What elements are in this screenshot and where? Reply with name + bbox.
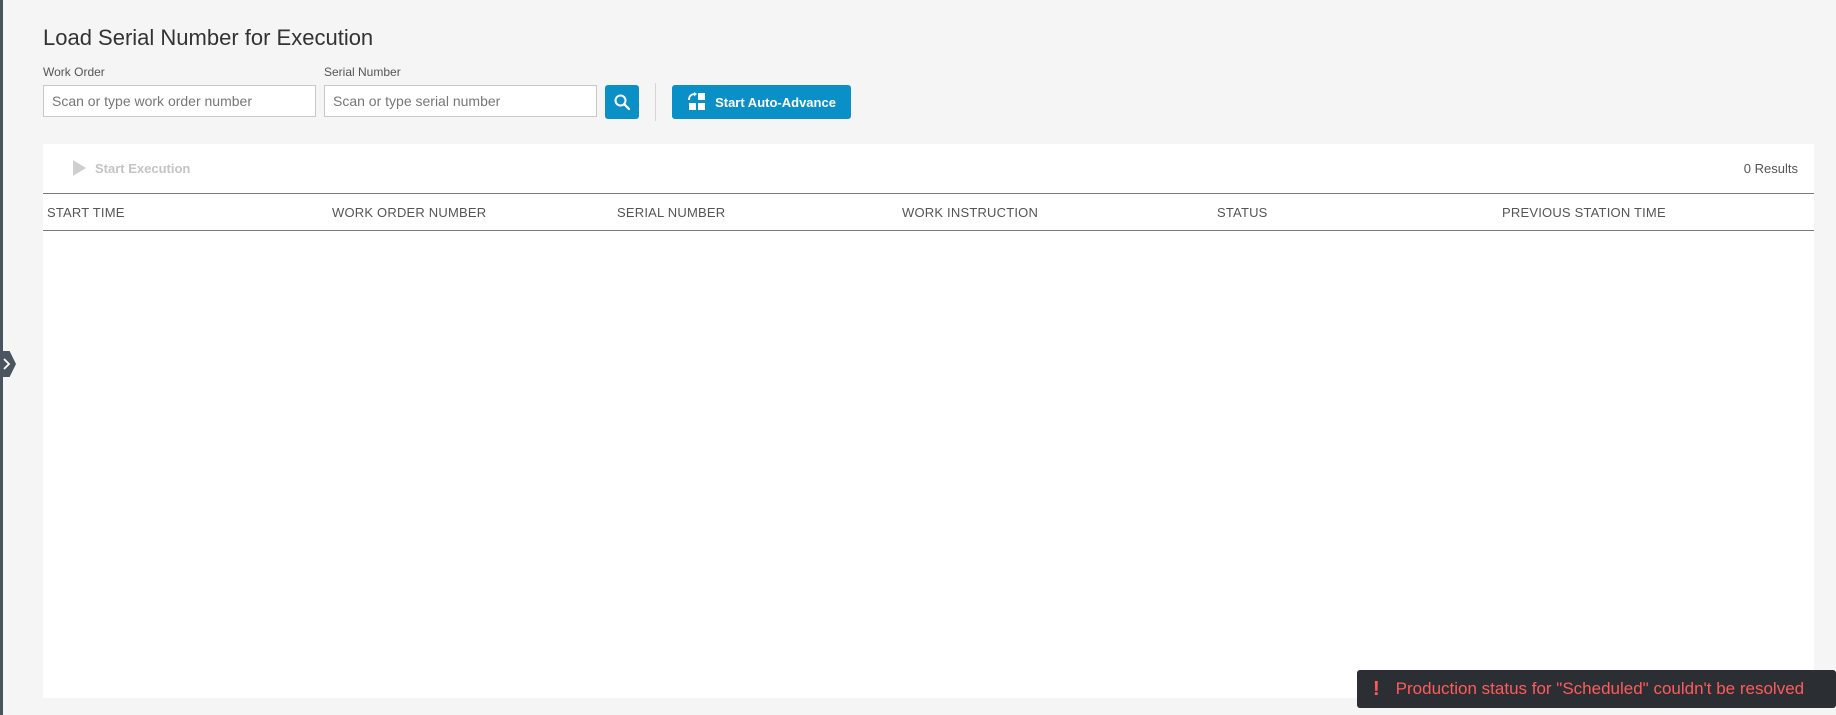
page-title: Load Serial Number for Execution [43, 25, 374, 50]
search-button[interactable] [605, 85, 639, 119]
start-auto-advance-label: Start Auto-Advance [715, 94, 836, 110]
expand-sidebar-button[interactable] [0, 351, 16, 377]
serial-number-label: Serial Number [324, 65, 401, 79]
column-header-work-instruction[interactable]: WORK INSTRUCTION [902, 205, 1038, 220]
start-execution-label: Start Execution [95, 160, 191, 176]
serial-number-input[interactable] [324, 85, 597, 117]
column-header-start-time[interactable]: START TIME [47, 205, 125, 220]
search-icon [614, 94, 631, 111]
column-header-previous-station-time[interactable]: PREVIOUS STATION TIME [1502, 205, 1666, 220]
start-auto-advance-button[interactable]: Start Auto-Advance [672, 85, 851, 119]
column-header-work-order-number[interactable]: WORK ORDER NUMBER [332, 205, 486, 220]
toolbar-divider [655, 83, 656, 121]
auto-advance-icon [688, 92, 706, 110]
results-panel: Start Execution 0 Results START TIME WOR… [43, 144, 1814, 698]
exclamation-icon: ! [1373, 677, 1380, 700]
table-toolbar: Start Execution 0 Results [43, 144, 1814, 194]
chevron-right-icon [3, 358, 11, 370]
table-header: START TIME WORK ORDER NUMBER SERIAL NUMB… [43, 194, 1814, 231]
work-order-label: Work Order [43, 65, 105, 79]
column-header-serial-number[interactable]: SERIAL NUMBER [617, 205, 725, 220]
error-toast[interactable]: ! Production status for "Scheduled" coul… [1357, 670, 1836, 708]
column-header-status[interactable]: STATUS [1217, 205, 1268, 220]
results-count: 0 Results [1743, 161, 1798, 176]
work-order-input[interactable] [43, 85, 316, 117]
toast-message: Production status for "Scheduled" couldn… [1395, 679, 1805, 698]
play-icon [73, 160, 86, 176]
start-execution-button[interactable]: Start Execution [71, 159, 190, 177]
